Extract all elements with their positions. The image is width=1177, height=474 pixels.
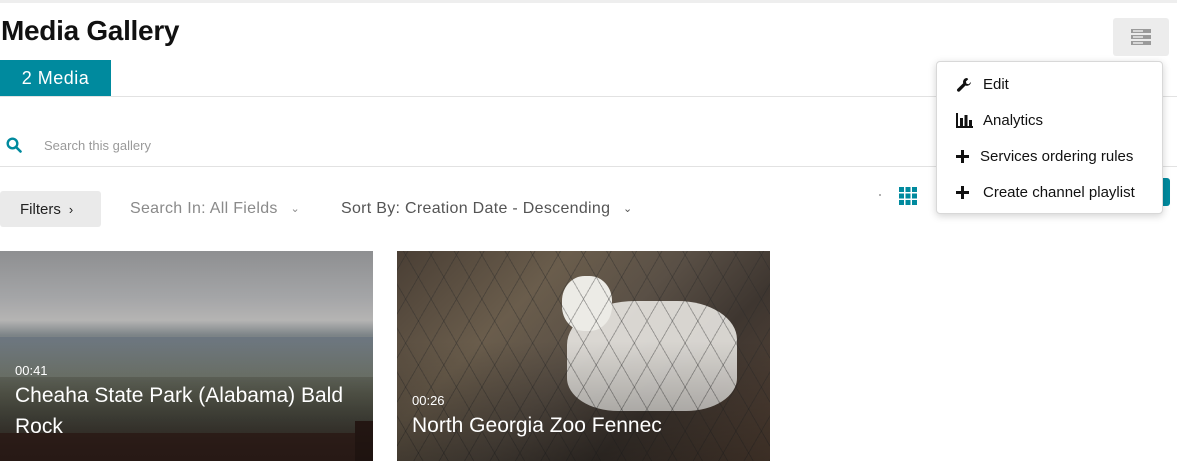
menu-item-label: Create channel playlist [983, 184, 1135, 201]
menu-item-label: Edit [983, 76, 1009, 93]
list-menu-icon [1131, 29, 1151, 45]
divider-dot [879, 194, 881, 196]
chevron-right-icon: › [68, 201, 74, 217]
search-icon[interactable] [6, 137, 22, 153]
menu-item-services-ordering-rules[interactable]: Services ordering rules [956, 148, 1133, 165]
page-title: Media Gallery [1, 15, 180, 46]
actions-dropdown-menu: Edit Analytics Services ordering rules C… [936, 61, 1163, 214]
thumbnail-overlay [397, 341, 770, 461]
media-duration: 00:26 [412, 393, 445, 408]
menu-item-edit[interactable]: Edit [956, 76, 1009, 93]
top-border [0, 0, 1177, 3]
sort-by-dropdown[interactable]: Sort By: Creation Date - Descending ⌄ [341, 200, 633, 218]
plus-icon [956, 149, 970, 165]
search-in-label: Search In: All Fields [130, 200, 278, 217]
media-duration: 00:41 [15, 363, 48, 378]
filters-button[interactable]: Filters › [0, 191, 101, 227]
menu-item-analytics[interactable]: Analytics [956, 112, 1043, 129]
search-in-dropdown[interactable]: Search In: All Fields ⌄ [130, 200, 300, 218]
media-card[interactable]: 00:41 Cheaha State Park (Alabama) Bald R… [0, 251, 373, 461]
chevron-down-icon: ⌄ [623, 203, 633, 216]
wrench-icon [956, 77, 974, 93]
bar-chart-icon [956, 113, 974, 129]
search-input[interactable] [44, 133, 844, 157]
media-title[interactable]: North Georgia Zoo Fennec [412, 410, 752, 441]
filters-label: Filters [20, 200, 61, 218]
plus-icon [956, 185, 974, 201]
grid-view-icon[interactable] [899, 187, 917, 205]
media-card[interactable]: 00:26 North Georgia Zoo Fennec [397, 251, 770, 461]
tab-media[interactable]: 2 Media [0, 60, 111, 96]
menu-item-create-channel-playlist[interactable]: Create channel playlist [956, 184, 1135, 201]
media-title[interactable]: Cheaha State Park (Alabama) Bald Rock [15, 380, 355, 442]
chevron-down-icon: ⌄ [290, 203, 300, 216]
menu-item-label: Services ordering rules [980, 148, 1134, 165]
sort-by-label: Sort By: Creation Date - Descending [341, 200, 611, 217]
menu-item-label: Analytics [983, 112, 1044, 129]
actions-menu-button[interactable] [1113, 18, 1169, 56]
